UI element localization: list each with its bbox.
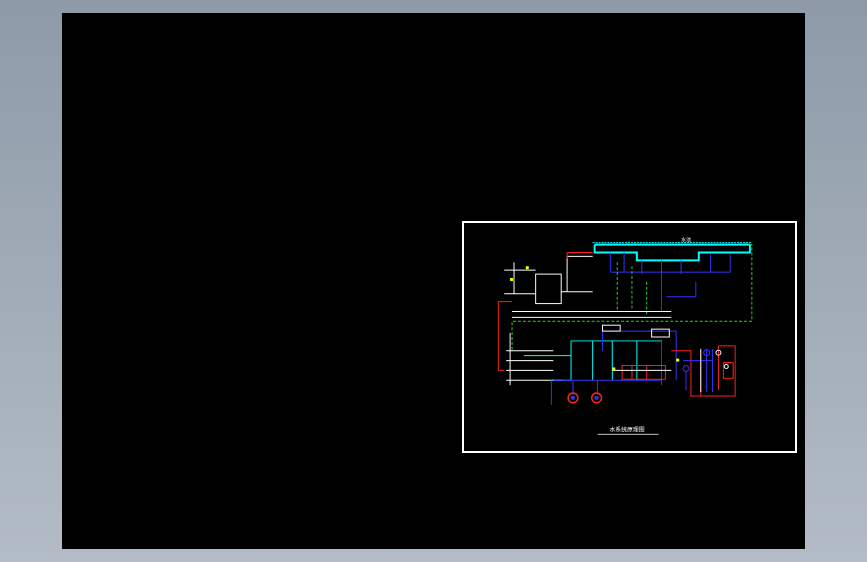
red-stub-top	[566, 251, 593, 259]
right-blue-system	[682, 348, 714, 393]
pool-outline	[592, 242, 752, 262]
drawing-sheet-frame: 水池 水系统原理图	[462, 221, 797, 453]
tank-box	[535, 273, 562, 305]
pool-label: 水池	[681, 237, 691, 244]
upper-left-piping	[504, 255, 593, 295]
drawing-title: 水系统原理图	[609, 425, 644, 433]
central-equipment	[621, 365, 666, 380]
green-dashed-lines	[511, 244, 753, 351]
schematic-drawing: 水池 水系统原理图	[497, 237, 753, 435]
right-red-system	[671, 345, 736, 397]
pump-fill	[571, 395, 599, 400]
left-branches	[506, 333, 564, 386]
cad-model-space[interactable]: 水池 水系统原理图	[62, 13, 805, 549]
main-pipes	[512, 310, 672, 318]
